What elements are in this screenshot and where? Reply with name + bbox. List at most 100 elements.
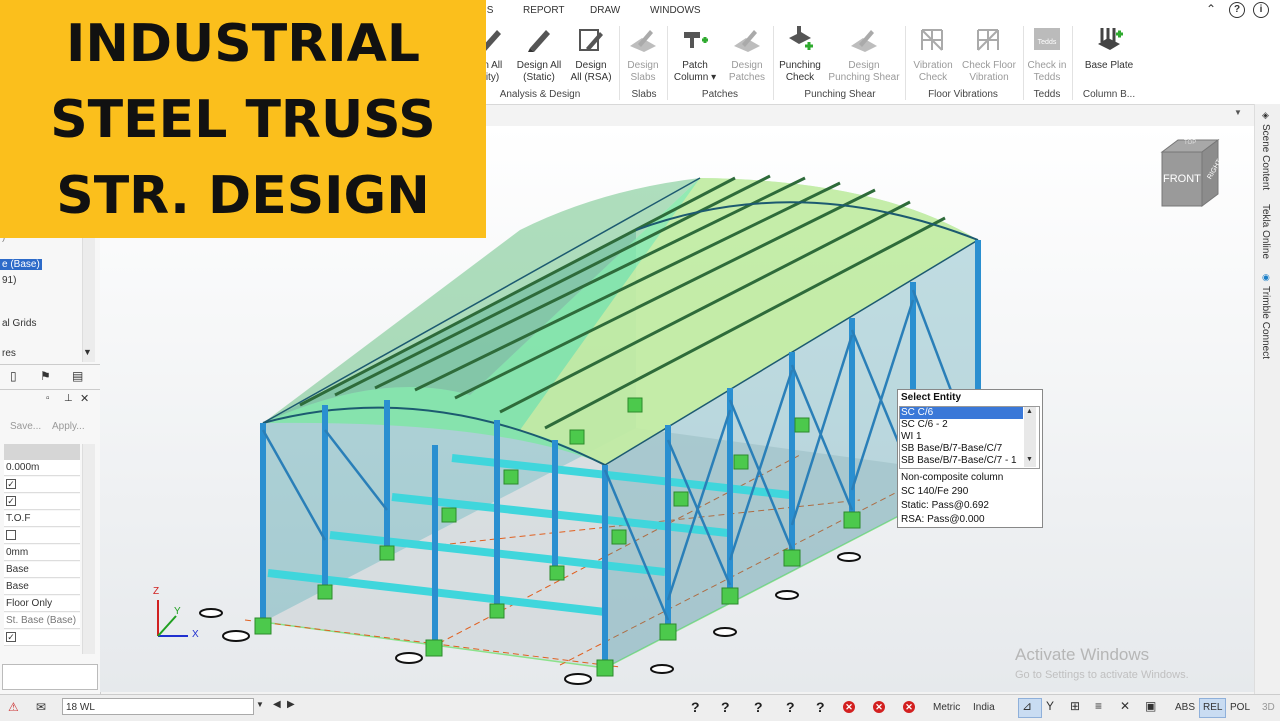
menu-draw[interactable]: DRAW xyxy=(590,5,620,16)
info-icon[interactable]: i xyxy=(1253,2,1269,18)
description-box[interactable] xyxy=(2,664,98,690)
prop-value[interactable]: Base xyxy=(4,579,80,595)
status-help-icon[interactable]: ? xyxy=(786,699,795,715)
chevron-up-icon[interactable]: ⌃ xyxy=(1206,2,1216,16)
previous-level-icon[interactable]: ◀ xyxy=(273,699,281,710)
checkbox[interactable]: ✓ xyxy=(6,479,16,489)
button-label: Check in xyxy=(1027,60,1067,71)
base-plate-button[interactable]: Base Plate xyxy=(1080,24,1138,72)
tree-toolbar: ▯ ⚑ ▤ xyxy=(0,364,100,390)
status-error-icon[interactable]: ✕ xyxy=(873,701,885,713)
prop-value[interactable]: 0.000m xyxy=(4,460,80,476)
clipboard-icon[interactable]: ▤ xyxy=(72,369,83,383)
patch-column-button[interactable]: Patch Column ▾ xyxy=(672,24,718,84)
tree-item-selected[interactable]: e (Base) xyxy=(0,259,42,270)
prop-checkbox[interactable]: ✓ xyxy=(4,477,80,493)
chevron-up-icon[interactable]: ▲ xyxy=(1026,408,1033,415)
chevron-down-icon[interactable]: ▼ xyxy=(1026,456,1033,463)
prop-checkbox[interactable]: ✓ xyxy=(4,630,80,646)
region-indicator[interactable]: India xyxy=(973,702,995,713)
view-cube[interactable]: FRONT RIGHT TOP xyxy=(1160,138,1223,210)
group-analysis-design: Analysis & Design xyxy=(499,89,581,100)
entity-option[interactable]: SC C/6 - 2 xyxy=(900,419,1023,431)
restore-icon[interactable]: ▫ xyxy=(46,393,50,404)
group-tedds: Tedds xyxy=(1033,89,1061,100)
button-label: Patches xyxy=(728,72,766,83)
next-level-icon[interactable]: ▶ xyxy=(287,699,295,710)
group-punching-shear: Punching Shear xyxy=(804,89,876,100)
ribbon-collapse-icon[interactable]: ▼ xyxy=(1234,108,1242,117)
status-help-icon[interactable]: ? xyxy=(721,699,730,715)
button-label: Design xyxy=(731,60,763,71)
tab-scene-content[interactable]: Scene Content xyxy=(1260,124,1271,190)
button-label: Base Plate xyxy=(1084,60,1134,71)
snap-grid-icon[interactable]: ⊞ xyxy=(1070,699,1080,713)
vibration-check-button[interactable]: Vibration Check xyxy=(910,24,956,84)
checkbox[interactable] xyxy=(6,530,16,540)
properties-scrollbar[interactable] xyxy=(82,444,95,654)
tree-item-grids[interactable]: al Grids xyxy=(2,318,36,329)
pin-icon[interactable]: ⊥ xyxy=(64,393,73,404)
tree-item[interactable]: 91) xyxy=(2,275,16,286)
tab-tekla-online[interactable]: Tekla Online xyxy=(1260,204,1271,259)
prop-checkbox[interactable] xyxy=(4,528,80,544)
mode-3d-toggle[interactable]: 3D xyxy=(1262,702,1275,713)
checkbox[interactable]: ✓ xyxy=(6,496,16,506)
save-button[interactable]: Save... xyxy=(10,421,41,432)
design-slabs-button[interactable]: Design Slabs xyxy=(624,24,662,84)
checkbox[interactable]: ✓ xyxy=(6,632,16,642)
prop-checkbox[interactable]: ✓ xyxy=(4,494,80,510)
help-icon[interactable]: ? xyxy=(1229,2,1245,18)
menu-report[interactable]: REPORT xyxy=(523,5,565,16)
chevron-down-icon[interactable]: ▼ xyxy=(256,700,264,709)
abs-toggle[interactable]: ABS xyxy=(1175,702,1195,713)
units-indicator[interactable]: Metric xyxy=(933,702,960,713)
view-cube-front[interactable]: FRONT xyxy=(1163,173,1201,185)
design-punching-shear-button[interactable]: Design Punching Shear xyxy=(826,24,902,84)
snap-lines-icon[interactable]: ≡ xyxy=(1095,699,1102,713)
close-icon[interactable]: ✕ xyxy=(80,392,89,405)
prop-value[interactable]: Base xyxy=(4,562,80,578)
properties-header: ▫ ⊥ ✕ xyxy=(0,390,100,410)
snap-box-icon[interactable]: ▣ xyxy=(1145,699,1156,713)
pol-toggle[interactable]: POL xyxy=(1230,702,1250,713)
snap-angle-icon[interactable]: ⊿ xyxy=(1022,699,1032,713)
button-label: Design xyxy=(848,60,880,71)
mail-icon[interactable]: ✉ xyxy=(36,700,46,714)
design-patches-button[interactable]: Design Patches xyxy=(725,24,769,84)
axis-z-label: Z xyxy=(153,586,160,597)
rel-toggle[interactable]: REL xyxy=(1203,702,1222,713)
copy-icon[interactable]: ▯ xyxy=(10,369,17,383)
check-in-tedds-button[interactable]: Tedds Check in Tedds xyxy=(1027,24,1067,84)
entity-option[interactable]: SC C/6 xyxy=(900,407,1023,419)
design-all-rsa-button[interactable]: Design All (RSA) xyxy=(567,24,615,84)
snap-y-icon[interactable]: Y xyxy=(1046,699,1054,713)
status-help-icon[interactable]: ? xyxy=(691,699,700,715)
entity-option[interactable]: SB Base/B/7-Base/C/7 - 1 xyxy=(900,455,1023,467)
tree-scrollbar[interactable] xyxy=(82,238,95,362)
status-error-icon[interactable]: ✕ xyxy=(843,701,855,713)
entity-option[interactable]: WI 1 xyxy=(900,431,1023,443)
slab-pencil-icon xyxy=(630,30,656,52)
prop-value[interactable]: Floor Only xyxy=(4,596,80,612)
snap-intersection-icon[interactable]: ✕ xyxy=(1120,699,1130,713)
check-floor-vibration-button[interactable]: Check Floor Vibration xyxy=(961,24,1017,84)
drawing-icon[interactable]: ⚠ xyxy=(8,700,19,714)
menu-windows[interactable]: WINDOWS xyxy=(650,5,701,16)
design-all-static-button[interactable]: Design All (Static) xyxy=(514,24,564,84)
tree-item[interactable]: res xyxy=(2,348,16,359)
tab-trimble-connect[interactable]: Trimble Connect xyxy=(1260,286,1271,359)
view-cube-top[interactable]: TOP xyxy=(1184,140,1196,146)
prop-value[interactable]: 0mm xyxy=(4,545,80,561)
punching-check-button[interactable]: Punching Check xyxy=(777,24,823,84)
status-error-icon[interactable]: ✕ xyxy=(903,701,915,713)
entity-option[interactable]: SB Base/B/7-Base/C/7 xyxy=(900,443,1023,455)
apply-button[interactable]: Apply... xyxy=(52,421,85,432)
prop-value[interactable]: St. Base (Base) xyxy=(4,613,80,629)
prop-value[interactable]: T.O.F xyxy=(4,511,80,527)
chevron-down-icon[interactable]: ▼ xyxy=(83,347,92,357)
status-help-icon[interactable]: ? xyxy=(754,699,763,715)
flag-icon[interactable]: ⚑ xyxy=(40,369,51,383)
level-select[interactable]: 18 WL xyxy=(62,698,254,715)
status-help-icon[interactable]: ? xyxy=(816,699,825,715)
